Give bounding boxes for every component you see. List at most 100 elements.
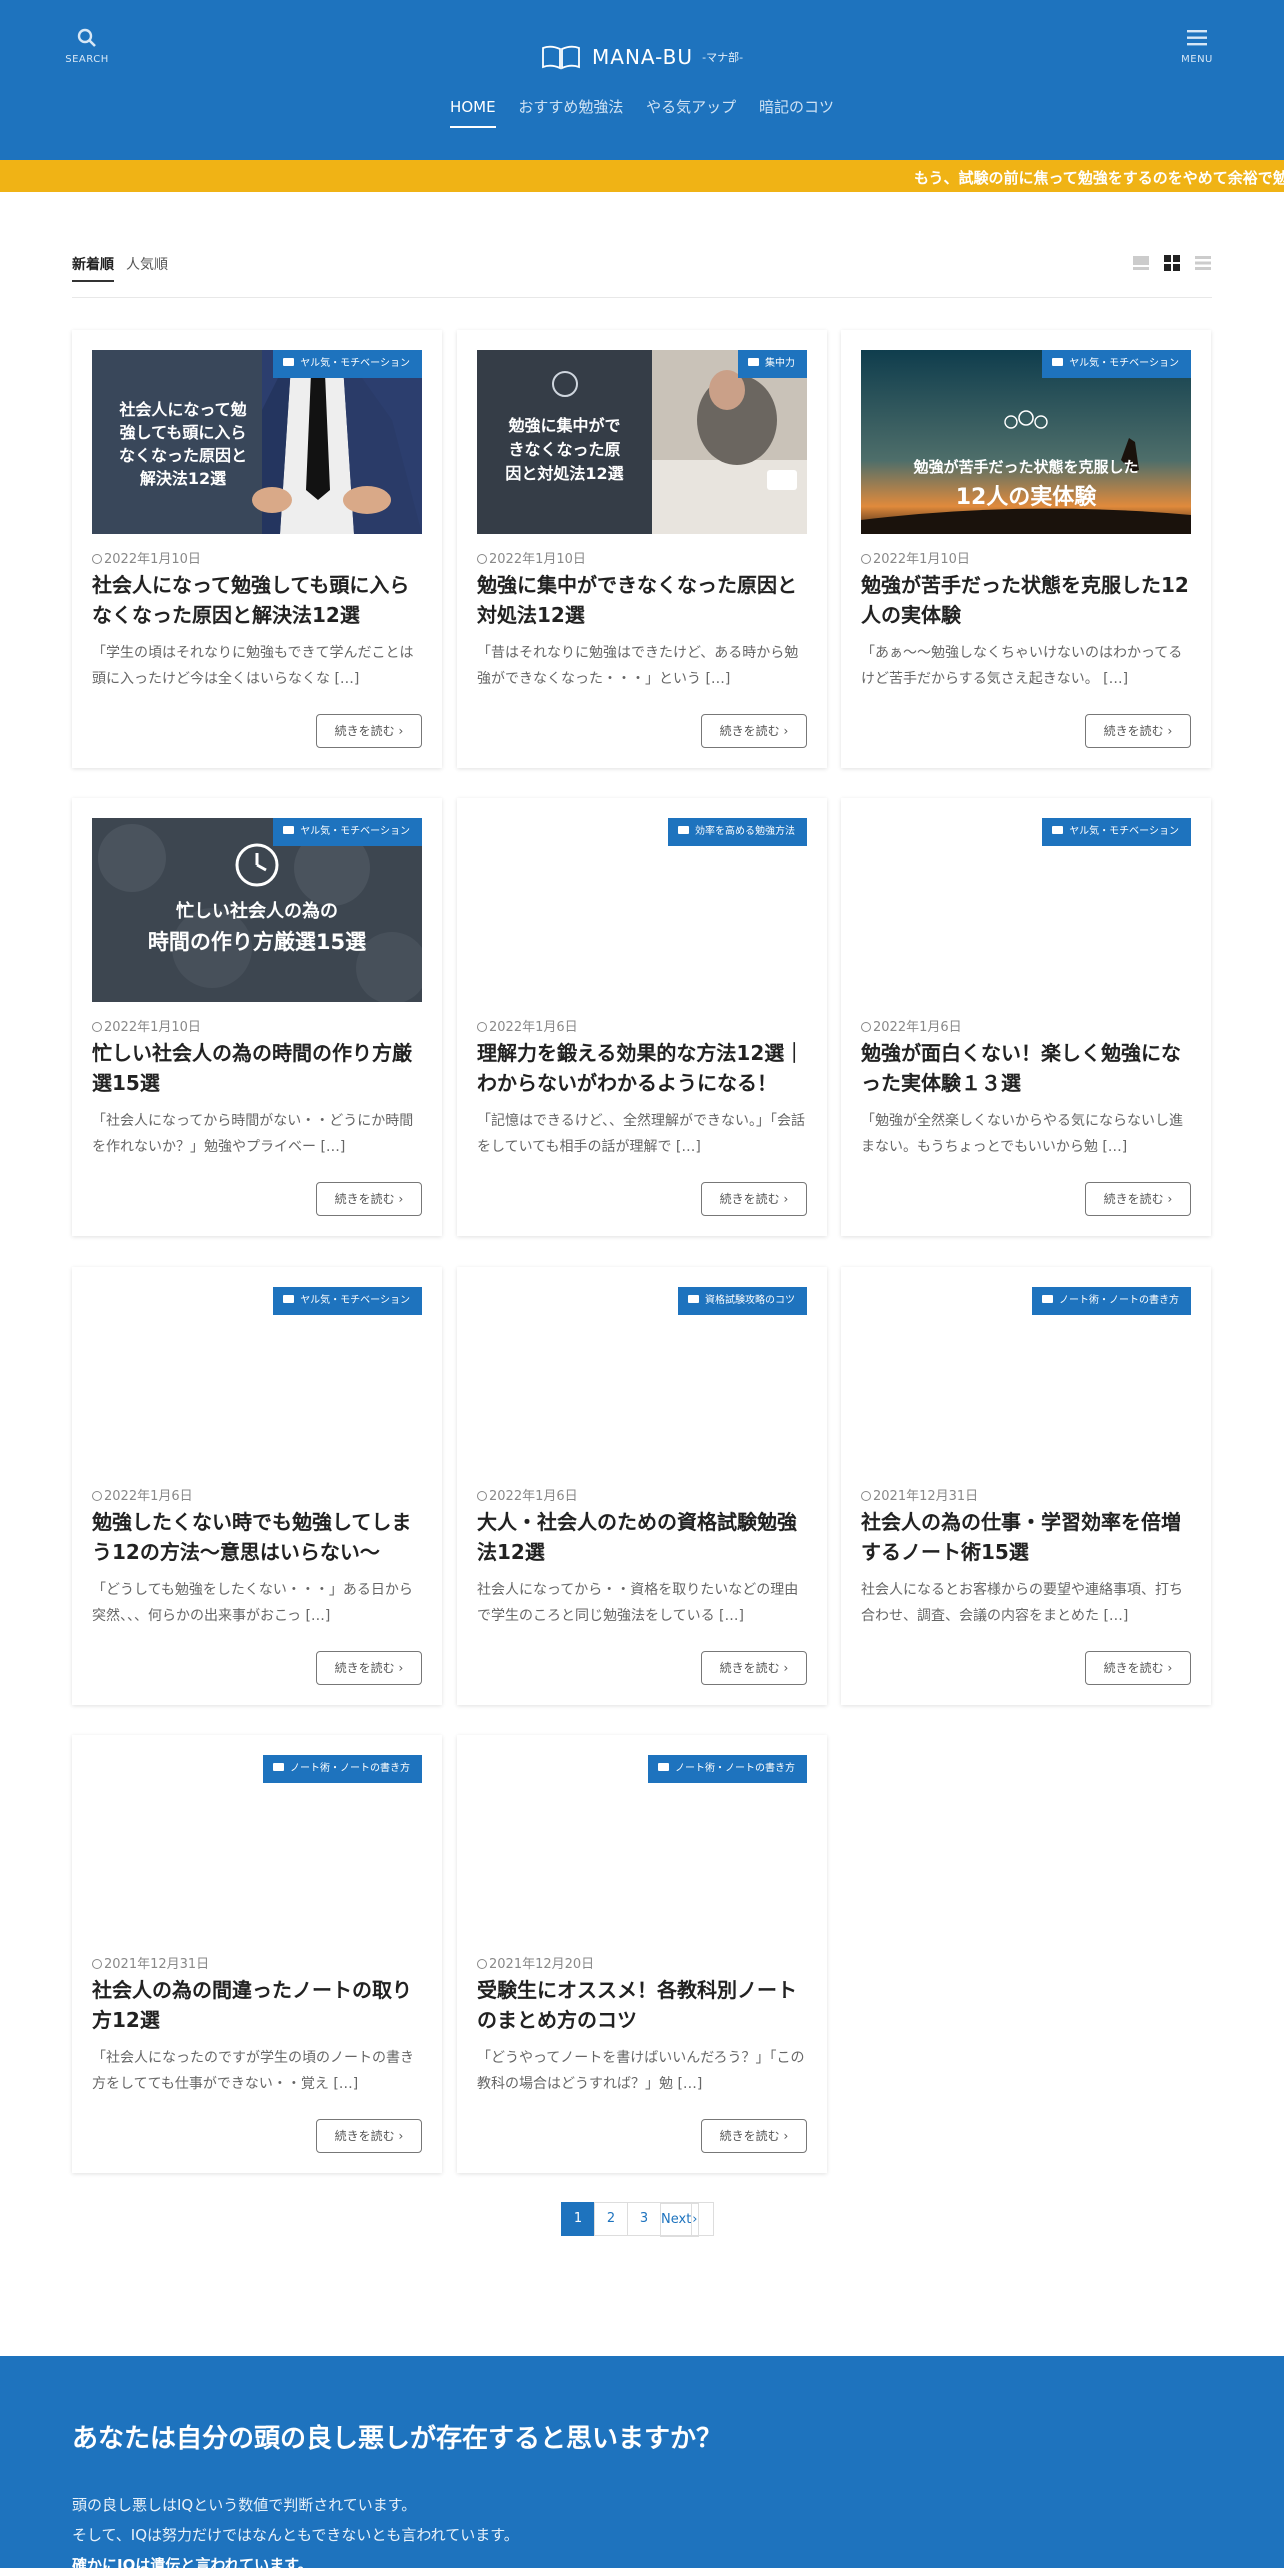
date-text: 2021年12月31日	[104, 1957, 210, 1972]
sort-tab-popular[interactable]: 人気順	[126, 254, 168, 280]
post-card[interactable]: 勉強に集中がで きなくなった原 因と対処法12選 集中力 2022年1月10日 …	[457, 330, 827, 768]
category-label: ヤル気・モチベーション	[300, 358, 410, 369]
category-badge[interactable]: ノート術・ノートの書き方	[263, 1755, 422, 1783]
about-heading: あなたは自分の頭の良し悪しが存在すると思いますか？	[72, 2424, 723, 2454]
post-excerpt: 「どうやってノートを書けばいいんだろう？」「この教科の場合はどうすれば？」勉 […	[477, 2050, 805, 2092]
nav-home[interactable]: HOME	[450, 98, 496, 128]
post-card[interactable]: ヤル気・モチベーション 2022年1月6日 勉強したくない時でも勉強してしまう1…	[72, 1267, 442, 1705]
category-label: ヤル気・モチベーション	[1069, 826, 1179, 837]
read-more-label: 続きを読む	[334, 2129, 395, 2143]
post-excerpt: 「社会人になってから時間がない・・どうにか時間を作れないか？」勉強やプライベー …	[92, 1113, 414, 1155]
read-more-button[interactable]: 続きを読む ›	[701, 1651, 807, 1685]
category-label: ヤル気・モチベーション	[300, 1295, 410, 1306]
read-more-button[interactable]: 続きを読む ›	[701, 1182, 807, 1216]
read-more-button[interactable]: 続きを読む ›	[316, 714, 422, 748]
category-badge[interactable]: ヤル気・モチベーション	[1042, 818, 1191, 846]
read-more-button[interactable]: 続きを読む ›	[701, 2119, 807, 2153]
post-date: 2022年1月6日	[92, 1485, 193, 1504]
post-card[interactable]: 忙しい社会人の為の 時間の作り方厳選15選 ヤル気・モチベーション 2022年1…	[72, 798, 442, 1236]
chevron-right-icon: ›	[1167, 1661, 1173, 1675]
post-card[interactable]: 資格試験攻略のコツ 2022年1月6日 大人・社会人のための資格試験勉強法12選…	[457, 1267, 827, 1705]
post-title[interactable]: 大人・社会人のための資格試験勉強法12選	[477, 1507, 807, 1567]
sort-tab-new[interactable]: 新着順	[72, 254, 114, 282]
category-badge[interactable]: 効率を高める勉強方法	[668, 818, 807, 846]
view-list-icon[interactable]	[1194, 254, 1212, 272]
read-more-button[interactable]: 続きを読む ›	[701, 714, 807, 748]
post-title[interactable]: 理解力を鍛える効果的な方法12選｜わからないがわかるようになる！	[477, 1038, 807, 1098]
read-more-label: 続きを読む	[719, 2129, 780, 2143]
category-badge[interactable]: ノート術・ノートの書き方	[1032, 1287, 1191, 1315]
post-title[interactable]: 社会人の為の仕事・学習効率を倍増するノート術15選	[861, 1507, 1191, 1567]
read-more-label: 続きを読む	[1103, 724, 1164, 738]
chevron-right-icon: ›	[691, 2203, 699, 2237]
folder-icon	[283, 358, 295, 366]
about-line: 頭の良し悪しはIQという数値で判断されています。	[72, 2496, 417, 2514]
clock-icon	[861, 1021, 871, 1032]
post-card[interactable]: ノート術・ノートの書き方 2021年12月31日 社会人の為の間違ったノートの取…	[72, 1735, 442, 2173]
post-title[interactable]: 勉強したくない時でも勉強してしまう12の方法～意思はいらない～	[92, 1507, 422, 1567]
post-card[interactable]: 社会人になって勉 強しても頭に入ら なくなった原因と 解決法12選 ヤル気・モチ…	[72, 330, 442, 768]
read-more-label: 続きを読む	[719, 1661, 780, 1675]
post-card[interactable]: 勉強が苦手だった状態を克服した 12人の実体験 ヤル気・モチベーション 2022…	[841, 330, 1211, 768]
clock-icon	[861, 553, 871, 564]
post-title[interactable]: 忙しい社会人の為の時間の作り方厳選15選	[92, 1038, 422, 1098]
post-card[interactable]: ノート術・ノートの書き方 2021年12月20日 受験生にオススメ！各教科別ノー…	[457, 1735, 827, 2173]
category-badge[interactable]: ノート術・ノートの書き方	[648, 1755, 807, 1783]
post-card[interactable]: 効率を高める勉強方法 2022年1月6日 理解力を鍛える効果的な方法12選｜わか…	[457, 798, 827, 1236]
category-badge[interactable]: ヤル気・モチベーション	[273, 818, 422, 846]
clock-icon	[477, 1021, 487, 1032]
clock-icon	[92, 553, 102, 564]
view-grid-icon[interactable]	[1163, 254, 1181, 272]
page-1[interactable]: 1	[561, 2202, 595, 2236]
site-logo[interactable]: MANA-BU -マナ部-	[0, 44, 1284, 70]
next-page-button[interactable]: Next ›	[660, 2202, 714, 2237]
read-more-button[interactable]: 続きを読む ›	[316, 1182, 422, 1216]
post-title[interactable]: 社会人になって勉強しても頭に入らなくなった原因と解決法12選	[92, 570, 422, 630]
chevron-right-icon: ›	[398, 1661, 404, 1675]
chevron-right-icon: ›	[1167, 724, 1173, 738]
category-badge[interactable]: ヤル気・モチベーション	[273, 1287, 422, 1315]
category-badge[interactable]: ヤル気・モチベーション	[273, 350, 422, 378]
read-more-label: 続きを読む	[334, 1661, 395, 1675]
menu-button[interactable]: MENU	[1167, 28, 1227, 72]
thumbnail-text-line: 勉強に集中がで	[508, 416, 621, 435]
thumbnail-text-line: きなくなった原	[508, 440, 621, 459]
page-3[interactable]: 3	[627, 2202, 661, 2236]
folder-icon	[748, 358, 759, 366]
post-title[interactable]: 勉強に集中ができなくなった原因と対処法12選	[477, 570, 807, 630]
post-title[interactable]: 社会人の為の間違ったノートの取り方12選	[92, 1975, 422, 2035]
category-badge[interactable]: 資格試験攻略のコツ	[678, 1287, 807, 1315]
thumbnail-text-line: なくなった原因と	[118, 446, 247, 465]
clock-icon	[477, 553, 487, 564]
chevron-right-icon: ›	[783, 1661, 789, 1675]
post-card[interactable]: ノート術・ノートの書き方 2021年12月31日 社会人の為の仕事・学習効率を倍…	[841, 1267, 1211, 1705]
read-more-button[interactable]: 続きを読む ›	[316, 2119, 422, 2153]
date-text: 2022年1月6日	[104, 1489, 193, 1504]
nav-memorization-tips[interactable]: 暗記のコツ	[759, 96, 834, 127]
post-title[interactable]: 受験生にオススメ！各教科別ノートのまとめ方のコツ	[477, 1975, 807, 2035]
post-card[interactable]: ヤル気・モチベーション 2022年1月6日 勉強が面白くない！楽しく勉強になった…	[841, 798, 1211, 1236]
read-more-button[interactable]: 続きを読む ›	[1085, 1182, 1191, 1216]
post-excerpt: 「勉強が全然楽しくないからやる気にならないし進まない。もうちょっとでもいいから勉…	[861, 1113, 1183, 1155]
date-text: 2022年1月6日	[489, 1020, 578, 1035]
post-excerpt: 「社会人になったのですが学生の頃のノートの書き方をしてても仕事ができない・・覚え…	[92, 2050, 414, 2092]
page-2[interactable]: 2	[594, 2202, 628, 2236]
post-excerpt: 「昔はそれなりに勉強はできたけど、ある時から勉強ができなくなった・・・」という …	[477, 645, 799, 687]
category-badge[interactable]: 集中力	[738, 350, 807, 378]
read-more-button[interactable]: 続きを読む ›	[316, 1651, 422, 1685]
category-badge[interactable]: ヤル気・モチベーション	[1042, 350, 1191, 378]
nav-motivation[interactable]: やる気アップ	[646, 96, 736, 127]
post-excerpt: 「記憶はできるけど、、全然理解ができない。」「会話をしていても相手の話が理解で …	[477, 1113, 806, 1155]
thumbnail-text-line: 時間の作り方厳選15選	[147, 930, 367, 954]
folder-icon	[283, 826, 295, 834]
nav-recommended-study[interactable]: おすすめ勉強法	[518, 96, 623, 127]
announcement-ticker[interactable]: もう、試験の前に焦って勉強をするのをやめて余裕で勉	[0, 160, 1284, 192]
date-text: 2021年12月31日	[873, 1489, 979, 1504]
read-more-button[interactable]: 続きを読む ›	[1085, 1651, 1191, 1685]
post-excerpt: 「あぁ～～勉強しなくちゃいけないのはわかってるけど苦手だからする気さえ起きない。…	[861, 645, 1183, 687]
post-title[interactable]: 勉強が面白くない！楽しく勉強になった実体験１３選	[861, 1038, 1191, 1098]
read-more-button[interactable]: 続きを読む ›	[1085, 714, 1191, 748]
view-card-icon[interactable]	[1132, 254, 1150, 272]
post-title[interactable]: 勉強が苦手だった状態を克服した12人の実体験	[861, 570, 1191, 630]
read-more-label: 続きを読む	[1103, 1192, 1164, 1206]
